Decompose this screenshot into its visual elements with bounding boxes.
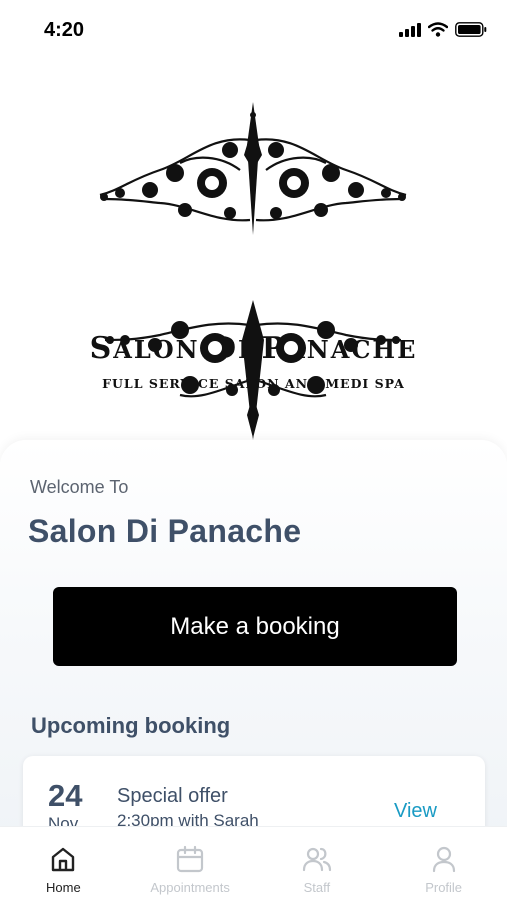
welcome-label: Welcome To — [30, 477, 129, 497]
tab-bar: Home Appointments Staff Profile — [0, 826, 507, 900]
tab-label: Profile — [425, 880, 463, 895]
battery-icon — [455, 22, 487, 37]
upcoming-booking-title: Upcoming booking — [31, 713, 231, 738]
salon-logo: SALON DI PANACHE FULL SERVICE SALON AND … — [0, 95, 507, 445]
wifi-icon — [428, 22, 448, 37]
status-bar: 4:20 — [0, 0, 507, 62]
booking-view-link[interactable]: View — [394, 800, 437, 823]
tab-staff[interactable]: Staff — [254, 827, 381, 900]
calendar-icon — [177, 845, 204, 873]
signal-icon — [399, 22, 421, 37]
tab-label: Staff — [303, 880, 331, 895]
tab-label: Home — [46, 880, 81, 895]
booking-day: 24 — [48, 778, 83, 813]
tab-appointments[interactable]: Appointments — [127, 827, 254, 900]
status-icons — [399, 22, 487, 37]
ornament-top-icon — [99, 102, 407, 235]
tab-home[interactable]: Home — [0, 827, 127, 900]
status-time: 4:20 — [44, 19, 85, 41]
home-icon — [52, 847, 75, 872]
tab-profile[interactable]: Profile — [380, 827, 507, 900]
salon-name: Salon Di Panache — [28, 513, 302, 549]
tab-label: Appointments — [150, 880, 230, 895]
staff-icon — [302, 847, 331, 872]
make-booking-button[interactable]: Make a booking — [53, 587, 457, 666]
booking-title: Special offer — [117, 785, 228, 807]
profile-icon — [432, 846, 455, 873]
ornament-bottom-icon — [104, 300, 402, 440]
